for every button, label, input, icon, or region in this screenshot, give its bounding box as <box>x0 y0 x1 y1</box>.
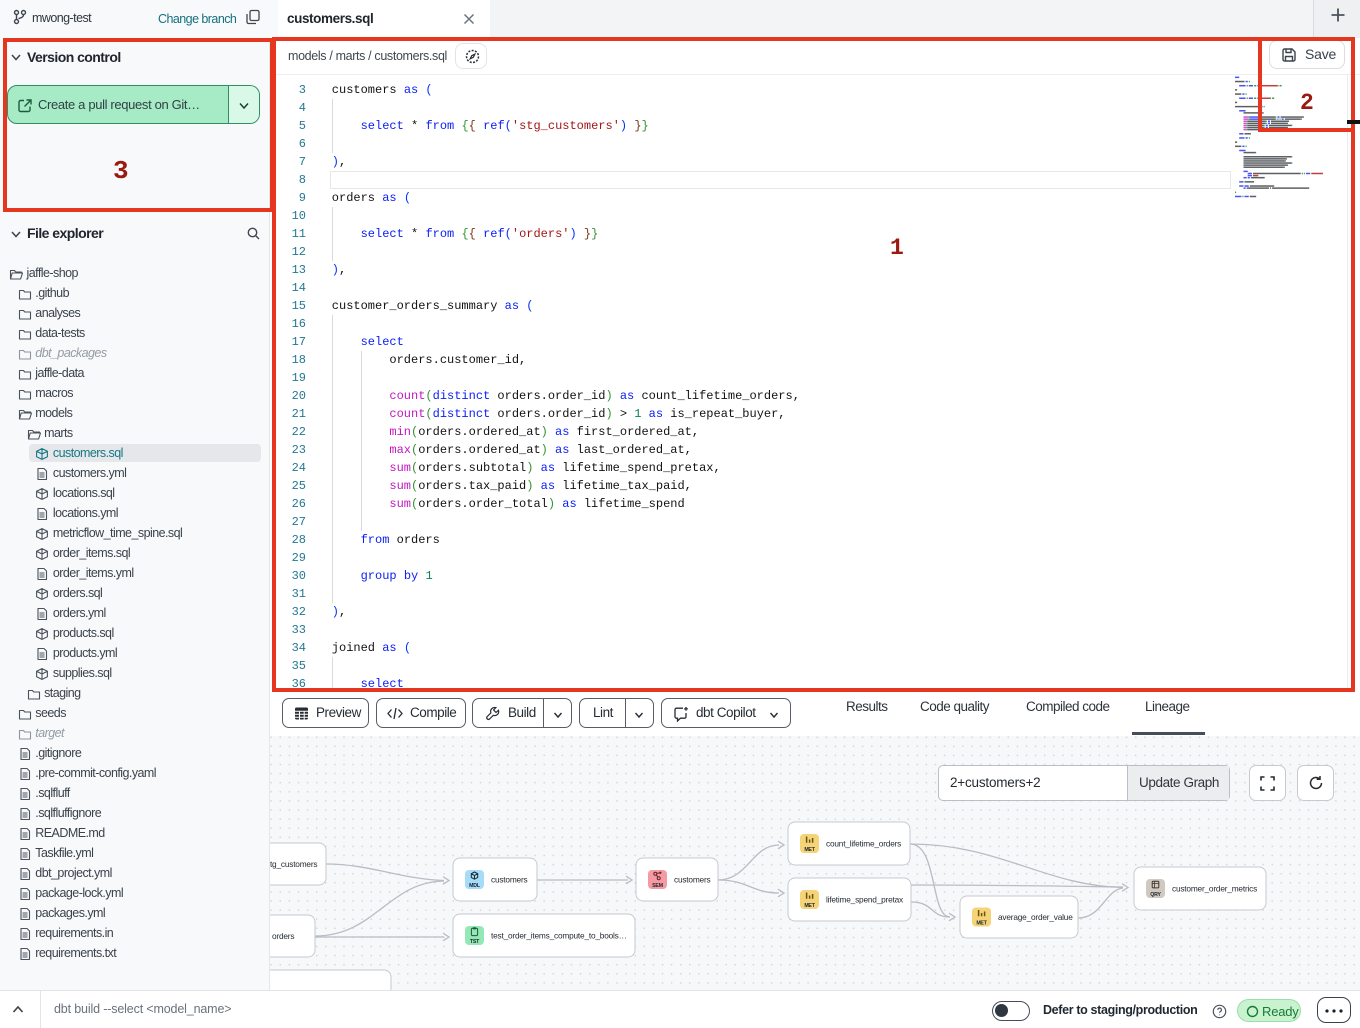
svg-text:SEM: SEM <box>652 883 663 889</box>
svg-text:TST: TST <box>470 939 480 945</box>
svg-text:test_order_items_compute_to_bo: test_order_items_compute_to_bools… <box>491 931 627 941</box>
svg-text:QRY: QRY <box>1150 892 1161 898</box>
svg-text:lifetime_spend_pretax: lifetime_spend_pretax <box>826 895 904 905</box>
svg-text:customers: customers <box>491 875 528 885</box>
svg-text:average_order_value: average_order_value <box>998 912 1073 922</box>
svg-text:stg_customers: stg_customers <box>270 859 317 869</box>
svg-text:count_lifetime_orders: count_lifetime_orders <box>826 839 901 849</box>
svg-text:MDL: MDL <box>469 883 481 889</box>
svg-text:orders: orders <box>272 931 294 941</box>
svg-text:customer_order_metrics: customer_order_metrics <box>1172 884 1257 894</box>
svg-text:MET: MET <box>804 847 815 853</box>
svg-text:MET: MET <box>976 921 987 927</box>
svg-text:customers: customers <box>674 875 711 885</box>
svg-text:MET: MET <box>804 903 815 909</box>
